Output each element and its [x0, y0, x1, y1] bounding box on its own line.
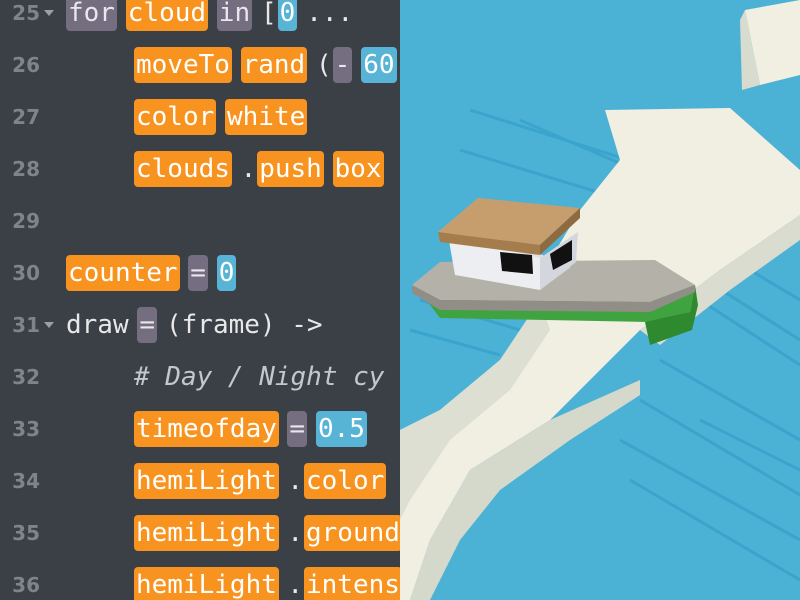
code-line[interactable]: 36 hemiLight. intens — [0, 560, 400, 600]
line-number: 35 — [12, 521, 40, 545]
code-token: # Day / Night cy — [134, 362, 385, 392]
code-token[interactable]: push — [257, 151, 324, 187]
code-token: ( — [316, 50, 332, 80]
code-token: (frame) -> — [166, 310, 323, 340]
code-token[interactable]: hemiLight — [134, 515, 279, 551]
code-token[interactable]: rand — [240, 47, 308, 83]
code-line[interactable]: 25 for cloud in [0... — [0, 0, 400, 40]
code-token[interactable]: ground — [304, 515, 400, 551]
code-line[interactable]: 35 hemiLight. ground — [0, 508, 400, 560]
code-line[interactable]: 26moveTorand(-60, — [0, 40, 400, 92]
scene-viewport[interactable] — [400, 0, 800, 600]
fold-chevron-icon[interactable] — [44, 322, 54, 328]
line-number: 33 — [12, 417, 40, 441]
voxel-scene — [400, 0, 800, 600]
code-token[interactable]: color — [134, 99, 217, 135]
code-editor[interactable]: 25forcloudin[0...26moveTorand(-60,27colo… — [0, 0, 400, 600]
line-number: 32 — [12, 365, 40, 389]
code-line[interactable]: 30 counter = 0 — [0, 248, 400, 300]
code-token: [ — [261, 0, 277, 28]
line-number: 29 — [12, 209, 40, 233]
code-token[interactable]: color — [304, 463, 387, 499]
code-token[interactable]: 0 — [277, 0, 298, 31]
line-number: 30 — [12, 261, 40, 285]
code-token[interactable]: white — [225, 99, 308, 135]
code-token[interactable]: 0.5 — [316, 411, 367, 447]
code-line[interactable]: 33 timeofday = 0.5 — [0, 404, 400, 456]
boat-window-front — [500, 252, 533, 274]
line-number: 26 — [12, 53, 40, 77]
code-line[interactable]: 32 # Day / Night cy — [0, 352, 400, 404]
code-token[interactable]: intens — [304, 567, 400, 600]
code-token[interactable]: counter — [66, 255, 180, 291]
code-line[interactable]: 28 clouds. push box — [0, 144, 400, 196]
code-token: . — [287, 466, 304, 496]
code-token[interactable]: 0 — [216, 255, 237, 291]
line-number: 28 — [12, 157, 40, 181]
code-token[interactable]: box — [332, 151, 384, 187]
code-line[interactable]: 31 draw = (frame) -> — [0, 300, 400, 352]
line-number: 25 — [12, 1, 40, 25]
line-number: 27 — [12, 105, 40, 129]
line-number: 34 — [12, 469, 40, 493]
code-token[interactable]: 60 — [361, 47, 397, 83]
code-token[interactable]: = — [137, 307, 158, 343]
line-number: 36 — [12, 573, 40, 597]
code-line[interactable]: 27 color white — [0, 92, 400, 144]
code-token[interactable]: - — [332, 47, 353, 83]
code-token[interactable]: clouds — [134, 151, 232, 187]
code-token: draw — [66, 310, 129, 340]
code-token[interactable]: in — [216, 0, 253, 31]
code-token[interactable]: for — [66, 0, 117, 31]
code-line[interactable]: 34 hemiLight. color — [0, 456, 400, 508]
code-line[interactable]: 29 — [0, 196, 400, 248]
code-token[interactable]: hemiLight — [134, 463, 279, 499]
fold-chevron-icon[interactable] — [44, 10, 54, 16]
code-token[interactable]: moveTo — [134, 47, 232, 83]
code-token: . — [287, 518, 304, 548]
code-token[interactable]: = — [287, 411, 308, 447]
code-token[interactable]: timeofday — [134, 411, 279, 447]
line-number: 31 — [12, 313, 40, 337]
code-token: ... — [306, 0, 354, 28]
code-token: . — [287, 570, 304, 600]
code-token[interactable]: hemiLight — [134, 567, 279, 600]
code-token: . — [240, 154, 257, 184]
code-token[interactable]: = — [188, 255, 208, 291]
code-token[interactable]: cloud — [125, 0, 209, 31]
